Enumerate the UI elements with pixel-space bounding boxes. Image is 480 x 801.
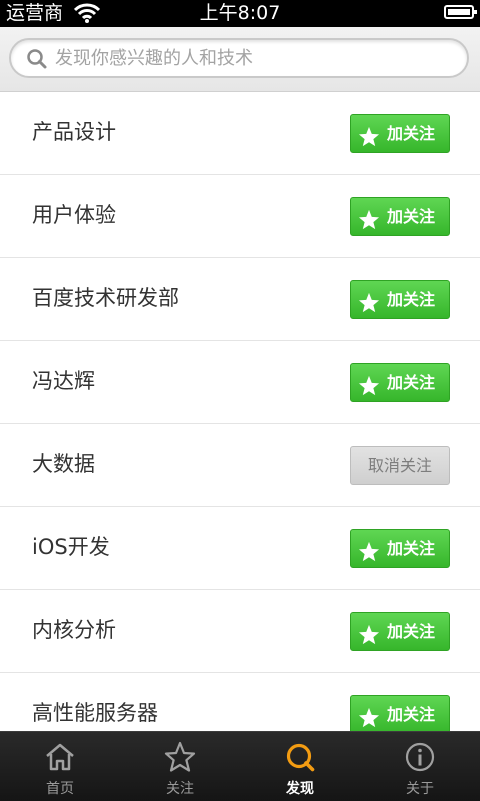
- home-icon: [44, 741, 76, 777]
- info-icon: [404, 741, 436, 777]
- topic-title: iOS开发: [32, 535, 110, 559]
- search-input[interactable]: 发现你感兴趣的人和技术: [9, 38, 469, 78]
- list-item[interactable]: iOS开发 加关注: [0, 507, 480, 590]
- status-bar: 运营商 上午8:07: [0, 0, 480, 27]
- list-item[interactable]: 用户体验 加关注: [0, 175, 480, 258]
- list-item[interactable]: 产品设计 加关注: [0, 92, 480, 175]
- search-icon: [26, 48, 48, 74]
- topic-title: 产品设计: [32, 120, 116, 144]
- follow-button-label: 加关注: [387, 207, 436, 226]
- follow-button[interactable]: 加关注: [350, 114, 450, 153]
- battery-icon: [444, 5, 477, 19]
- topic-title: 高性能服务器: [32, 701, 158, 725]
- follow-button-label: 加关注: [387, 539, 436, 558]
- topic-title: 百度技术研发部: [32, 286, 179, 310]
- topic-list: 产品设计 加关注 用户体验 加关注 百度技术研发部 加关注 冯达辉 加关注 大数…: [0, 92, 480, 756]
- search-header: 发现你感兴趣的人和技术: [0, 27, 480, 92]
- star-icon: [164, 741, 196, 777]
- star-icon: [358, 289, 380, 326]
- follow-button[interactable]: 加关注: [350, 363, 450, 402]
- tab-label: 发现: [286, 781, 314, 797]
- tab-label: 关于: [406, 781, 434, 797]
- follow-button[interactable]: 加关注: [350, 280, 450, 319]
- follow-button-label: 加关注: [387, 373, 436, 392]
- clock: 上午8:07: [199, 2, 281, 24]
- star-icon: [358, 372, 380, 409]
- follow-button[interactable]: 加关注: [350, 612, 450, 651]
- topic-title: 内核分析: [32, 618, 116, 642]
- follow-button[interactable]: 加关注: [350, 197, 450, 236]
- follow-button-label: 加关注: [387, 622, 436, 641]
- topic-title: 大数据: [32, 452, 95, 476]
- list-item[interactable]: 内核分析 加关注: [0, 590, 480, 673]
- follow-button-label: 加关注: [387, 124, 436, 143]
- tab-label: 首页: [46, 781, 74, 797]
- topic-title: 用户体验: [32, 203, 116, 227]
- tab-home[interactable]: 首页: [0, 732, 120, 801]
- list-item[interactable]: 冯达辉 加关注: [0, 341, 480, 424]
- tab-follow[interactable]: 关注: [120, 732, 240, 801]
- follow-button[interactable]: 加关注: [350, 695, 450, 734]
- follow-button-label: 加关注: [387, 705, 436, 724]
- follow-button-label: 加关注: [387, 290, 436, 309]
- topic-title: 冯达辉: [32, 369, 95, 393]
- star-icon: [358, 538, 380, 575]
- tab-bar: 首页 关注 发现 关于: [0, 731, 480, 801]
- star-icon: [358, 123, 380, 160]
- list-item[interactable]: 百度技术研发部 加关注: [0, 258, 480, 341]
- tab-discover[interactable]: 发现: [240, 732, 360, 801]
- follow-button[interactable]: 加关注: [350, 529, 450, 568]
- tab-about[interactable]: 关于: [360, 732, 480, 801]
- star-icon: [358, 621, 380, 658]
- list-item[interactable]: 大数据 取消关注: [0, 424, 480, 507]
- unfollow-button[interactable]: 取消关注: [350, 446, 450, 485]
- star-icon: [358, 206, 380, 243]
- tab-label: 关注: [166, 781, 194, 797]
- search-placeholder: 发现你感兴趣的人和技术: [55, 48, 253, 69]
- discover-icon: [284, 741, 316, 777]
